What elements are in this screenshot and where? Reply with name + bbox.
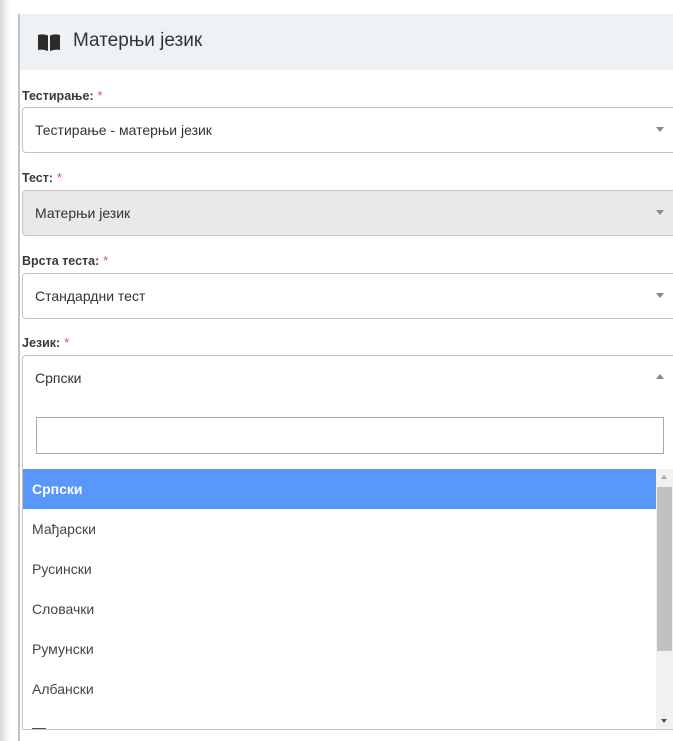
option-label: Мађарски	[32, 521, 96, 537]
test-label-text: Тест:	[22, 171, 54, 185]
dropdown-scrollbar[interactable]	[656, 469, 673, 729]
panel-left-border	[18, 14, 20, 741]
chevron-down-icon	[656, 293, 664, 298]
option-label: Русински	[32, 561, 92, 577]
scroll-up-icon[interactable]	[661, 475, 667, 479]
language-select-value: Српски	[35, 370, 82, 386]
dropdown-option[interactable]: Русински	[23, 549, 656, 589]
required-marker: *	[57, 171, 62, 185]
language-label: Језик: *	[22, 336, 69, 350]
scroll-down-icon[interactable]	[661, 719, 667, 723]
language-select[interactable]: Српски	[22, 355, 673, 403]
required-marker: *	[64, 336, 70, 350]
option-label: Румунски	[32, 641, 94, 657]
test-type-select[interactable]: Стандардни тест	[22, 273, 673, 319]
required-marker: *	[103, 254, 109, 268]
test-type-label-text: Врста теста:	[22, 254, 100, 268]
chevron-up-icon	[656, 374, 664, 379]
test-select-value: Матерњи језик	[35, 205, 131, 221]
book-icon	[38, 34, 60, 51]
panel-title: Матерњи језик	[73, 30, 203, 51]
testing-select-value: Тестирање - матерњи језик	[35, 122, 212, 138]
testing-select[interactable]: Тестирање - матерњи језик	[22, 107, 673, 153]
option-label: Словачки	[32, 601, 95, 617]
dropdown-option[interactable]: Мађарски	[23, 509, 656, 549]
dropdown-option[interactable]: Српски	[23, 469, 656, 509]
option-label: Албански	[32, 681, 94, 697]
chevron-down-icon	[656, 127, 664, 132]
chevron-down-icon	[656, 210, 664, 215]
required-marker: *	[97, 89, 103, 103]
dropdown-option-partial[interactable]: —	[23, 709, 656, 729]
test-select: Матерњи језик	[22, 190, 673, 236]
test-type-select-value: Стандардни тест	[35, 288, 146, 304]
test-type-label: Врста теста: *	[22, 254, 108, 268]
scrollbar-thumb[interactable]	[657, 487, 672, 651]
dropdown-option[interactable]: Албански	[23, 669, 656, 709]
dropdown-search-input[interactable]	[37, 418, 663, 453]
panel-shadow	[0, 0, 10, 741]
dropdown-option[interactable]: Румунски	[23, 629, 656, 669]
option-label: Српски	[32, 481, 83, 497]
dropdown-option[interactable]: Словачки	[23, 589, 656, 629]
testing-label-text: Тестирање:	[22, 89, 94, 103]
language-label-text: Језик:	[22, 336, 61, 350]
panel-header: Матерњи језик	[20, 14, 673, 70]
dropdown-options: Српски Мађарски Русински Словачки Румунс…	[23, 469, 656, 729]
testing-label: Тестирање: *	[22, 89, 102, 103]
dropdown-search-box[interactable]	[36, 417, 664, 454]
test-label: Тест: *	[22, 171, 62, 185]
